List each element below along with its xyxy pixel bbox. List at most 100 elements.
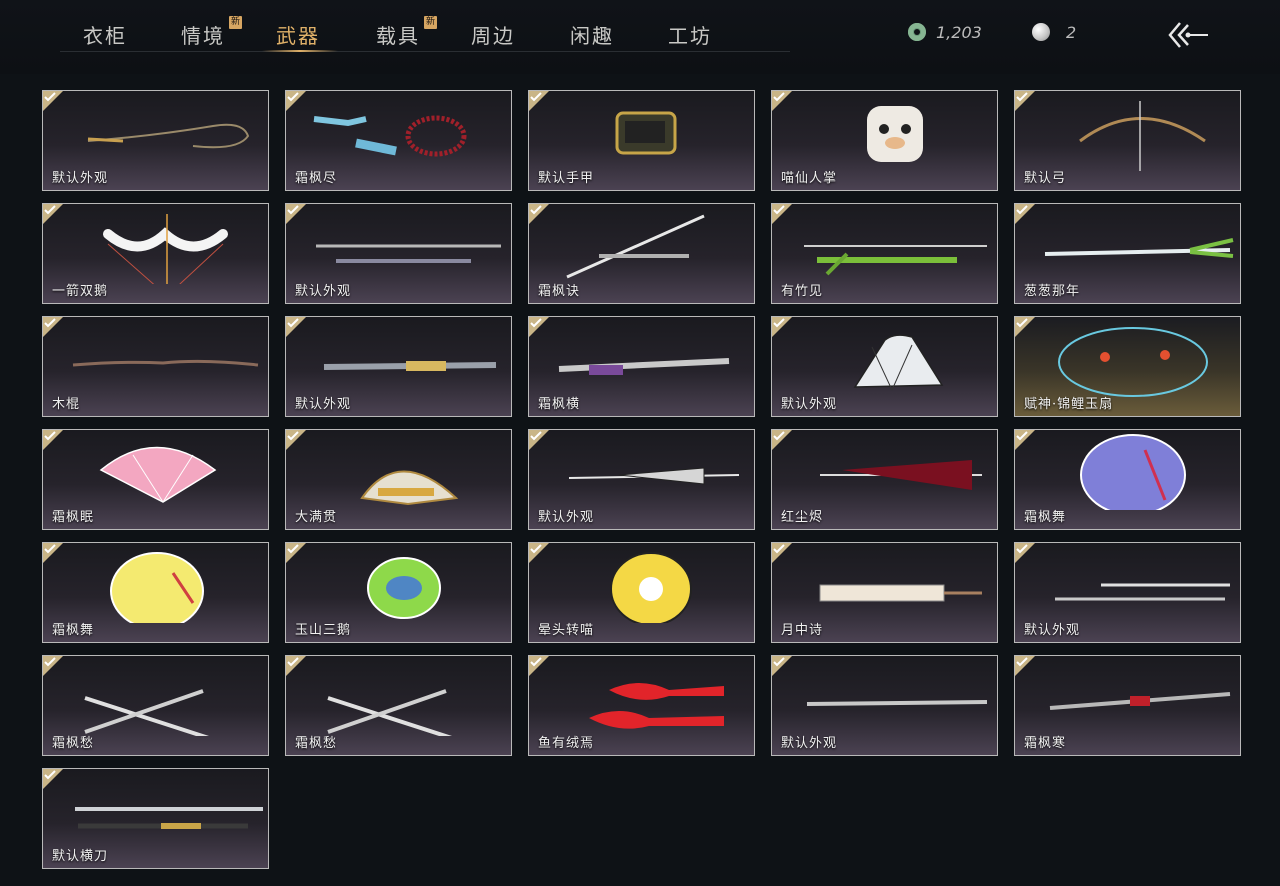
weapon-skin-name: 默认外观 <box>295 284 352 299</box>
weapon-skin-card[interactable]: 鱼有绒焉 <box>528 655 755 756</box>
weapon-skin-name: 喵仙人掌 <box>781 171 838 186</box>
weapon-skin-card[interactable]: 葱葱那年 <box>1014 203 1241 304</box>
weapon-skin-card[interactable]: 霜枫愁 <box>285 655 512 756</box>
weapon-skin-card[interactable]: 默认外观 <box>285 316 512 417</box>
tab-label: 工坊 <box>668 24 712 48</box>
weapon-skin-card[interactable]: 晕头转喵 <box>528 542 755 643</box>
weapon-skin-card[interactable]: 默认外观 <box>42 90 269 191</box>
bamboo-spear-icon <box>804 245 987 276</box>
pearl-icon <box>1032 23 1050 41</box>
weapon-skin-name: 霜枫横 <box>538 397 581 412</box>
weapon-skin-card[interactable]: 木棍 <box>42 316 269 417</box>
weapon-skin-card[interactable]: 默认外观 <box>1014 542 1241 643</box>
weapon-skin-name: 大满贯 <box>295 510 338 525</box>
weapon-skin-card[interactable]: 有竹见 <box>771 203 998 304</box>
back-arrow-icon <box>1168 22 1208 48</box>
weapon-skin-card[interactable]: 霜枫愁 <box>42 655 269 756</box>
weapon-skin-name: 默认横刀 <box>52 849 109 864</box>
scallion-spear-icon <box>1044 238 1234 258</box>
weapon-skin-card[interactable]: 默认外观 <box>285 203 512 304</box>
tab-vehicles[interactable]: 载具新 <box>373 16 437 52</box>
jade-coin-icon <box>908 23 926 41</box>
cat-umbrella-icon <box>610 552 692 623</box>
new-badge: 新 <box>424 16 437 29</box>
weapon-skin-name: 月中诗 <box>781 623 824 638</box>
weapon-skin-card[interactable]: 霜枫诀 <box>528 203 755 304</box>
purple-umbrella-icon <box>1080 434 1186 510</box>
top-navigation-bar: 衣柜 情境新 武器 载具新 周边 闲趣 工坊 1,203 2 <box>0 0 1280 74</box>
weapon-skin-name: 默认外观 <box>1024 623 1081 638</box>
tab-label: 周边 <box>471 24 515 48</box>
closed-umbrella-icon <box>568 467 740 485</box>
white-umbrella-icon <box>819 584 982 602</box>
weapon-skin-name: 霜枫诀 <box>538 284 581 299</box>
weapon-skin-name: 赋神·锦鲤玉扇 <box>1024 397 1114 412</box>
yellow-umbrella-icon <box>110 552 204 623</box>
tab-label: 闲趣 <box>570 24 614 48</box>
weapon-skin-card[interactable]: 默认手甲 <box>528 90 755 191</box>
tab-weapons[interactable]: 武器 <box>272 20 324 52</box>
weapon-skin-name: 葱葱那年 <box>1024 284 1081 299</box>
pink-fan-icon <box>99 446 217 503</box>
weapon-skin-card[interactable]: 霜枫舞 <box>42 542 269 643</box>
fish-blades-icon <box>589 683 724 729</box>
weapon-skin-card[interactable]: 霜枫寒 <box>1014 655 1241 756</box>
tab-label: 载具 <box>376 24 420 48</box>
back-button[interactable] <box>1166 18 1210 52</box>
dao-sword-icon <box>75 807 263 829</box>
weapon-skin-card[interactable]: 霜枫横 <box>528 316 755 417</box>
tab-label: 情境 <box>181 24 225 48</box>
long-blade-icon <box>806 700 988 706</box>
weapon-skin-card[interactable]: 红尘烬 <box>771 429 998 530</box>
weapon-skin-name: 默认外观 <box>781 736 838 751</box>
sword-icon <box>566 214 705 279</box>
spear-icon <box>316 244 501 263</box>
wood-staff-icon <box>72 359 259 367</box>
weapon-skin-name: 霜枫舞 <box>52 623 95 638</box>
green-umbrella-icon <box>367 557 441 619</box>
tab-label: 衣柜 <box>83 24 127 48</box>
weapon-skin-card[interactable]: 默认弓 <box>1014 90 1241 191</box>
tab-leisure[interactable]: 闲趣 <box>567 20 617 52</box>
weapon-skin-name: 红尘烬 <box>781 510 824 525</box>
weapon-skin-name: 霜枫愁 <box>295 736 338 751</box>
blade-staff-icon <box>323 361 497 371</box>
new-badge: 新 <box>229 16 242 29</box>
weapon-skin-card[interactable]: 一箭双鹅 <box>42 203 269 304</box>
weapon-skin-name: 鱼有绒焉 <box>538 736 595 751</box>
weapon-skin-card[interactable]: 霜枫尽 <box>285 90 512 191</box>
weapon-skin-card[interactable]: 默认外观 <box>528 429 755 530</box>
gauntlet-icon <box>615 111 677 155</box>
weapon-skin-name: 霜枫眠 <box>52 510 95 525</box>
red-long-blade-icon <box>1049 692 1231 710</box>
weapon-skin-card[interactable]: 霜枫眠 <box>42 429 269 530</box>
weapon-skin-card[interactable]: 玉山三鹅 <box>285 542 512 643</box>
weapon-skin-card[interactable]: 默认外观 <box>771 655 998 756</box>
weapon-skin-card[interactable]: 大满贯 <box>285 429 512 530</box>
pearl-currency: 2 <box>1032 20 1076 44</box>
weapon-skin-name: 默认弓 <box>1024 171 1067 186</box>
weapon-skin-name: 默认外观 <box>52 171 109 186</box>
pearl-amount: 2 <box>1066 22 1077 42</box>
weapon-skin-card[interactable]: 默认外观 <box>771 316 998 417</box>
weapon-skin-name: 霜枫愁 <box>52 736 95 751</box>
jade-amount: 1,203 <box>936 22 982 42</box>
purple-blade-icon <box>558 358 730 375</box>
weapon-skin-name: 默认外观 <box>781 397 838 412</box>
tab-label: 武器 <box>276 24 320 48</box>
weapon-skin-card[interactable]: 赋神·锦鲤玉扇 <box>1014 316 1241 417</box>
weapon-skin-card[interactable]: 月中诗 <box>771 542 998 643</box>
weapon-skin-card[interactable]: 喵仙人掌 <box>771 90 998 191</box>
weapon-skin-card[interactable]: 霜枫舞 <box>1014 429 1241 530</box>
weapon-skin-card[interactable]: 默认横刀 <box>42 768 269 869</box>
weapon-skin-name: 玉山三鹅 <box>295 623 352 638</box>
red-umbrella-icon <box>820 460 982 490</box>
weapon-skin-name: 木棍 <box>52 397 81 412</box>
weapon-skin-name: 霜枫寒 <box>1024 736 1067 751</box>
tab-wardrobe[interactable]: 衣柜 <box>80 20 130 52</box>
tab-peripherals[interactable]: 周边 <box>468 20 518 52</box>
crossed-blades-icon <box>84 689 210 736</box>
weapon-skin-name: 默认外观 <box>295 397 352 412</box>
tab-scene[interactable]: 情境新 <box>178 16 242 52</box>
tab-workshop[interactable]: 工坊 <box>665 20 715 52</box>
